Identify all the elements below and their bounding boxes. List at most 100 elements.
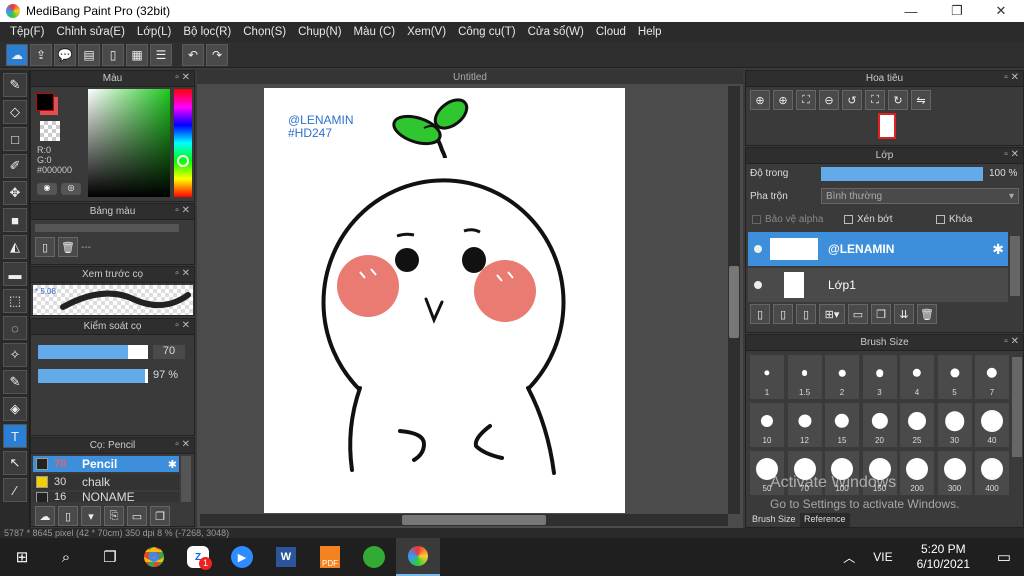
- blend-mode-select[interactable]: Bình thường ▾: [821, 188, 1019, 204]
- operation-tool-icon[interactable]: ↖: [3, 451, 27, 475]
- brush-size-cell[interactable]: 25: [899, 402, 935, 448]
- brush-size-cell[interactable]: 30: [936, 402, 973, 448]
- foreground-color-swatch[interactable]: [36, 93, 54, 111]
- new-8bit-layer-icon[interactable]: ▯: [796, 304, 816, 324]
- select-pen-tool-icon[interactable]: ✎: [3, 370, 27, 394]
- brush-size-cell[interactable]: 400: [974, 450, 1010, 496]
- brush-size-cell[interactable]: 20: [861, 402, 898, 448]
- new-halftone-layer-icon[interactable]: ▯: [773, 304, 793, 324]
- palette-scroll[interactable]: [35, 224, 179, 232]
- rotate-right-icon[interactable]: ↻: [888, 90, 908, 110]
- layers-scrollbar[interactable]: [1010, 236, 1020, 296]
- vertical-scrollbar[interactable]: [728, 86, 740, 514]
- brush-copy-icon[interactable]: ⎘: [104, 506, 124, 526]
- visibility-icon[interactable]: [754, 245, 762, 253]
- blur-tool-icon[interactable]: ✐: [3, 154, 27, 178]
- grid-icon[interactable]: ▦: [126, 43, 148, 66]
- menu-color[interactable]: Màu (C): [354, 26, 396, 38]
- brush-size-scrollbar[interactable]: [1012, 357, 1022, 457]
- menu-select[interactable]: Chọn(S): [243, 26, 286, 38]
- new-brush-icon[interactable]: ▯: [58, 506, 78, 526]
- brush-tool-icon[interactable]: ✎: [3, 73, 27, 97]
- brush-item-noname[interactable]: 16 NONAME: [33, 492, 179, 502]
- document-icon[interactable]: ▯: [102, 43, 124, 66]
- pdf-icon[interactable]: PDF: [308, 538, 352, 576]
- upload-icon[interactable]: ⇪: [30, 43, 52, 66]
- eyedropper-tool-icon[interactable]: ⁄: [3, 478, 27, 502]
- delete-layer-icon[interactable]: 🗑: [917, 304, 937, 324]
- zalo-icon[interactable]: Z1: [176, 538, 220, 576]
- dot-tool-icon[interactable]: □: [3, 127, 27, 151]
- language-indicator[interactable]: VIE: [873, 550, 892, 564]
- brush-duplicate-icon[interactable]: ❐: [150, 506, 170, 526]
- message-icon[interactable]: ▤: [78, 43, 100, 66]
- horizontal-scrollbar[interactable]: [200, 514, 728, 526]
- panel-close-icon[interactable]: ▫ ✕: [1004, 72, 1019, 83]
- panel-close-icon[interactable]: ▫ ✕: [1004, 149, 1019, 160]
- hue-handle[interactable]: [177, 155, 189, 167]
- drawing-canvas[interactable]: @LENAMIN #HD247: [264, 88, 625, 513]
- menu-filter[interactable]: Bộ lọc(R): [183, 26, 231, 38]
- panel-close-icon[interactable]: ▫ ✕: [175, 72, 190, 83]
- brush-folder-icon[interactable]: ▭: [127, 506, 147, 526]
- brush-menu-icon[interactable]: ▾: [81, 506, 101, 526]
- zoom-app-icon[interactable]: ▶: [220, 538, 264, 576]
- brush-size-cell[interactable]: 4: [899, 354, 935, 400]
- layer-folder-icon[interactable]: ▭: [848, 304, 868, 324]
- comment-icon[interactable]: 💬: [54, 43, 76, 66]
- menu-file[interactable]: Tệp(F): [10, 26, 45, 38]
- visibility-icon[interactable]: [754, 281, 762, 289]
- layer-row-lop1[interactable]: Lớp1: [748, 268, 1008, 302]
- layer-settings-icon[interactable]: ✱: [992, 241, 1004, 258]
- brush-size-cell[interactable]: 3: [861, 354, 898, 400]
- brush-size-tab[interactable]: Brush Size: [748, 513, 800, 527]
- brush-size-cell[interactable]: 300: [936, 450, 973, 496]
- lock-checkbox[interactable]: Khóa: [936, 214, 972, 225]
- brush-size-cell[interactable]: 7: [974, 354, 1010, 400]
- add-layer-menu-icon[interactable]: ⊞▾: [819, 304, 845, 324]
- reference-tab[interactable]: Reference: [800, 513, 850, 527]
- brush-opacity-slider[interactable]: [38, 369, 148, 383]
- zoom-in-icon[interactable]: ⊕: [773, 90, 793, 110]
- gradient-tool-icon[interactable]: ▬: [3, 262, 27, 286]
- flip-icon[interactable]: ⇋: [911, 90, 931, 110]
- windows-start-icon[interactable]: ⊞: [0, 538, 44, 576]
- panel-close-icon[interactable]: ▫ ✕: [1004, 336, 1019, 347]
- redo-icon[interactable]: ↷: [206, 43, 228, 66]
- layer-row-lenamin[interactable]: @LENAMIN ✱: [748, 232, 1008, 266]
- color-mode-icon[interactable]: ◉: [37, 183, 57, 195]
- notification-icon[interactable]: ▭: [984, 538, 1024, 576]
- brush-size-cell[interactable]: 2: [824, 354, 860, 400]
- list-icon[interactable]: ☰: [150, 43, 172, 66]
- canvas-tab[interactable]: Untitled: [197, 70, 743, 84]
- menu-cloud[interactable]: Cloud: [596, 26, 626, 38]
- menu-tools[interactable]: Công cụ(T): [458, 26, 516, 38]
- menu-capture[interactable]: Chụp(N): [298, 26, 341, 38]
- text-tool-icon[interactable]: T: [3, 424, 27, 448]
- brush-size-cell[interactable]: 5: [936, 354, 973, 400]
- rotate-left-icon[interactable]: ↺: [842, 90, 862, 110]
- zoom-out-icon[interactable]: ⊖: [819, 90, 839, 110]
- layer-opacity-slider[interactable]: [821, 167, 983, 181]
- brush-size-cell[interactable]: 40: [974, 402, 1010, 448]
- brush-size-cell[interactable]: 200: [899, 450, 935, 496]
- menu-edit[interactable]: Chỉnh sửa(E): [57, 26, 125, 38]
- eraser-tool-icon[interactable]: ◇: [3, 100, 27, 124]
- maximize-button[interactable]: ❐: [934, 0, 980, 22]
- minimize-button[interactable]: —: [888, 0, 934, 22]
- green-app-icon[interactable]: [352, 538, 396, 576]
- brush-size-cell[interactable]: 15: [824, 402, 860, 448]
- close-button[interactable]: ✕: [978, 0, 1024, 22]
- brush-size-cell[interactable]: 12: [786, 402, 823, 448]
- new-palette-icon[interactable]: ▯: [35, 237, 55, 257]
- delete-palette-icon[interactable]: 🗑: [58, 237, 78, 257]
- menu-help[interactable]: Help: [638, 26, 662, 38]
- word-icon[interactable]: W: [264, 538, 308, 576]
- search-icon[interactable]: ⌕: [44, 538, 88, 576]
- menu-view[interactable]: Xem(V): [407, 26, 446, 38]
- merge-layer-icon[interactable]: ⇊: [894, 304, 914, 324]
- brush-item-pencil[interactable]: 70 Pencil ✱: [33, 456, 179, 472]
- panel-close-icon[interactable]: ▫ ✕: [175, 268, 190, 279]
- transparent-color-swatch[interactable]: [40, 121, 60, 141]
- menu-window[interactable]: Cửa sổ(W): [528, 26, 584, 38]
